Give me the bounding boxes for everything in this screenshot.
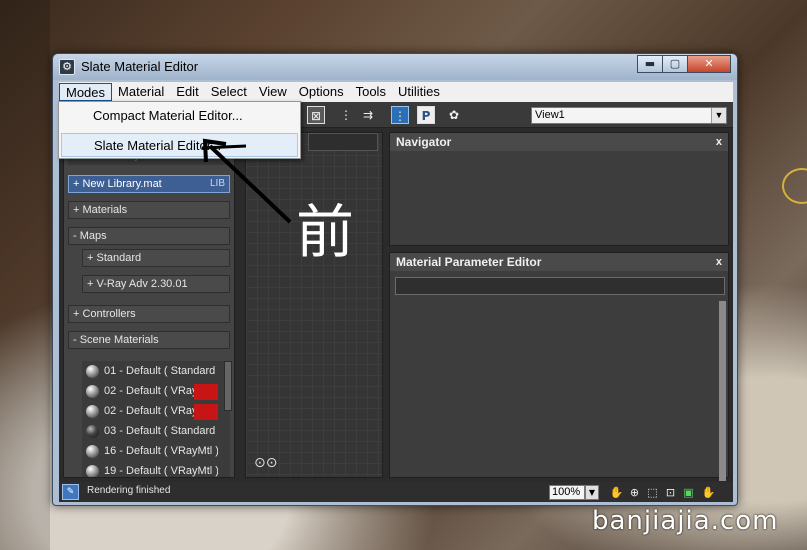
annotation-character: 前 <box>296 198 355 266</box>
watermark-text: banjiajia.com <box>592 506 779 536</box>
annotation-arrow <box>201 138 292 224</box>
